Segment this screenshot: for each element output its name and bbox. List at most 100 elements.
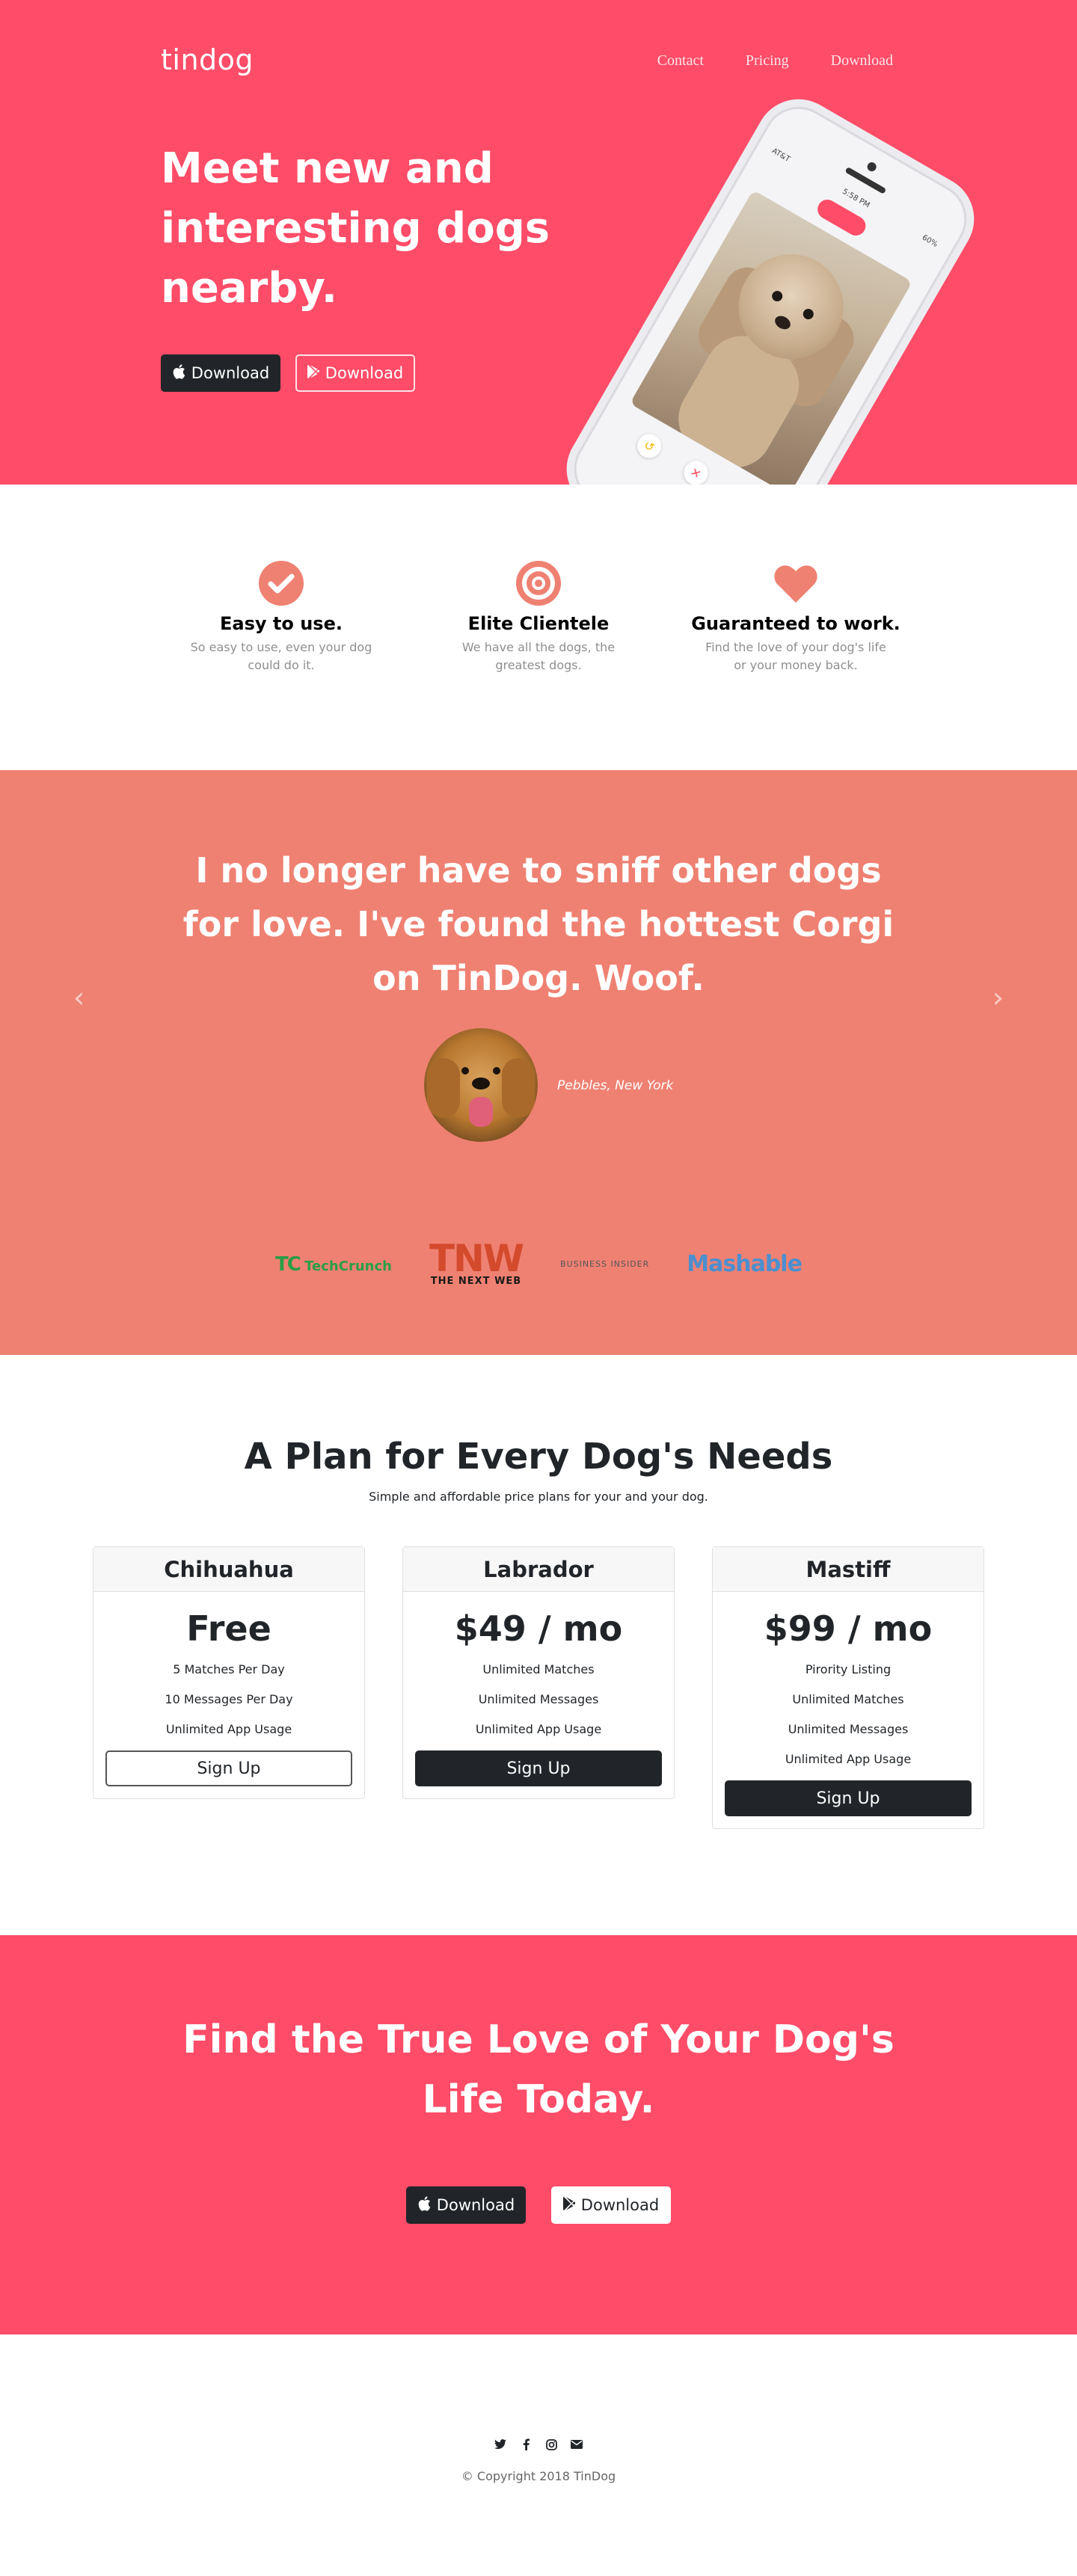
avatar-dog-ear [502, 1058, 535, 1118]
feature-title: Easy to use. [220, 613, 343, 634]
plan-feature: Unlimited Matches [792, 1692, 904, 1706]
avatar-dog-eye [461, 1067, 469, 1075]
pricing-card-chihuahua: Chihuahua Free 5 Matches Per Day 10 Mess… [93, 1546, 365, 1799]
close-icon: ✕ [679, 456, 713, 485]
avatar-dog-tongue [469, 1097, 493, 1127]
google-play-download-button[interactable]: Download [295, 354, 415, 392]
feature-title: Guaranteed to work. [691, 613, 900, 634]
app-store-download-label: Download [436, 2196, 515, 2214]
pricing-subtitle: Simple and affordable price plans for yo… [369, 1490, 708, 1504]
plan-name: Mastiff [713, 1547, 984, 1592]
plan-name: Chihuahua [93, 1547, 364, 1592]
testimonials-section: ‹ › I no longer have to sniff other dogs… [0, 770, 1077, 1355]
app-store-download-button[interactable]: Download [161, 354, 280, 392]
tnw-subtitle: THE NEXT WEB [430, 1276, 522, 1287]
phone-battery: 60% [920, 233, 939, 249]
pricing-section: A Plan for Every Dog's Needs Simple and … [0, 1355, 1077, 1935]
check-circle-icon [257, 559, 305, 607]
footer: © Copyright 2018 TinDog [0, 2334, 1077, 2576]
pricing-card-labrador: Labrador $49 / mo Unlimited Matches Unli… [402, 1546, 675, 1799]
press-logos: TC TechCrunch TNW THE NEXT WEB BUSINESS … [0, 1237, 1077, 1287]
nav-link-download[interactable]: Download [831, 52, 893, 70]
avatar-dog-ear [427, 1058, 460, 1118]
techcrunch-wordmark: TechCrunch [304, 1258, 392, 1274]
cta-section: Find the True Love of Your Dog's Life To… [0, 1935, 1077, 2334]
phone-speaker [844, 166, 887, 194]
apple-icon [417, 2195, 431, 2215]
plan-feature: Unlimited App Usage [165, 1722, 292, 1736]
tc-mark-icon: TC [275, 1252, 301, 1276]
sign-up-button[interactable]: Sign Up [415, 1750, 662, 1786]
title-section: tindog Contact Pricing Download Meet new… [0, 0, 1077, 485]
plan-price: $99 / mo [764, 1608, 933, 1649]
plan-feature: 10 Messages Per Day [165, 1692, 293, 1706]
pricing-title: A Plan for Every Dog's Needs [244, 1436, 833, 1478]
plan-feature: Unlimited App Usage [475, 1722, 602, 1736]
navbar: Contact Pricing Download [657, 52, 893, 70]
avatar-dog-eye [493, 1067, 500, 1075]
features-section: Easy to use. So easy to use, even your d… [0, 485, 1077, 770]
testimonial-author: Pebbles, New York [557, 1078, 674, 1093]
testimonial-avatar [424, 1028, 538, 1142]
social-links [0, 2438, 1077, 2451]
plan-features: Pirority Listing Unlimited Matches Unlim… [713, 1655, 984, 1774]
carousel-next-chevron-icon[interactable]: › [992, 981, 1004, 1014]
tnw-wordmark: TNW [429, 1237, 524, 1280]
plan-feature: Pirority Listing [805, 1662, 892, 1676]
feature-text: So easy to use, even your dog could do i… [190, 640, 372, 672]
dog-photo [629, 189, 913, 485]
feature-title: Elite Clientele [467, 613, 610, 634]
plan-name: Labrador [403, 1547, 674, 1592]
google-play-download-label: Download [325, 364, 404, 382]
carousel-prev-chevron-icon[interactable]: ‹ [73, 981, 85, 1014]
plan-price: Free [186, 1608, 271, 1649]
testimonial-quote: I no longer have to sniff other dogs for… [182, 850, 895, 998]
phone-time: 5:58 PM [841, 187, 871, 210]
plan-feature: Unlimited Messages [478, 1692, 599, 1706]
bullseye-icon [515, 559, 562, 607]
app-store-download-label: Download [191, 364, 270, 382]
google-play-icon [307, 364, 320, 382]
hero-download-buttons: Download Download [161, 354, 415, 392]
feature-guaranteed: Guaranteed to work. Find the love of you… [684, 559, 908, 674]
feature-text: Find the love of your dog's life or your… [705, 640, 886, 672]
twitter-icon[interactable] [494, 2438, 507, 2451]
plan-feature: 5 Matches Per Day [173, 1662, 285, 1676]
nav-link-contact[interactable]: Contact [657, 52, 704, 70]
avatar-dog-nose [472, 1078, 490, 1089]
app-store-download-button[interactable]: Download [406, 2186, 526, 2224]
plan-features: 5 Matches Per Day 10 Messages Per Day Un… [93, 1655, 364, 1745]
cta-download-buttons: Download Download [0, 2186, 1077, 2224]
phone-carrier: AT&T [770, 147, 792, 165]
google-play-icon [562, 2196, 576, 2214]
brand-logo[interactable]: tindog [161, 43, 254, 76]
business-insider-logo: BUSINESS INSIDER [560, 1259, 650, 1269]
iphone-mockup-image: AT&T 5:58 PM 60% ↺ ✕ ★ [561, 93, 980, 485]
plan-features: Unlimited Matches Unlimited Messages Unl… [403, 1655, 674, 1745]
feature-text: We have all the dogs, the greatest dogs. [461, 640, 616, 672]
hero-title: Meet new and interesting dogs nearby. [161, 144, 550, 313]
facebook-icon[interactable] [519, 2438, 533, 2451]
plan-feature: Unlimited Messages [788, 1722, 909, 1736]
copyright-text: © Copyright 2018 TinDog [461, 2469, 616, 2483]
pricing-card-mastiff: Mastiff $99 / mo Pirority Listing Unlimi… [712, 1546, 984, 1829]
plan-price: $49 / mo [454, 1608, 623, 1649]
feature-easy-to-use: Easy to use. So easy to use, even your d… [169, 559, 393, 674]
techcrunch-logo: TC TechCrunch [275, 1253, 392, 1276]
plan-feature: Unlimited Matches [482, 1662, 595, 1676]
envelope-icon[interactable] [570, 2438, 583, 2451]
google-play-download-label: Download [580, 2196, 660, 2214]
sign-up-button[interactable]: Sign Up [105, 1750, 352, 1786]
tnw-logo: TNW THE NEXT WEB [429, 1237, 524, 1287]
nav-link-pricing[interactable]: Pricing [746, 52, 789, 70]
heart-icon [772, 559, 820, 607]
sign-up-button[interactable]: Sign Up [725, 1780, 972, 1816]
phone-camera [865, 160, 878, 173]
cta-title: Find the True Love of Your Dog's Life To… [182, 2017, 895, 2122]
instagram-icon[interactable] [544, 2438, 558, 2451]
refresh-icon: ↺ [633, 429, 666, 463]
apple-icon [172, 363, 185, 383]
google-play-download-button[interactable]: Download [551, 2186, 671, 2224]
mashable-logo: Mashable [687, 1251, 803, 1277]
feature-elite-clientele: Elite Clientele We have all the dogs, th… [426, 559, 651, 674]
